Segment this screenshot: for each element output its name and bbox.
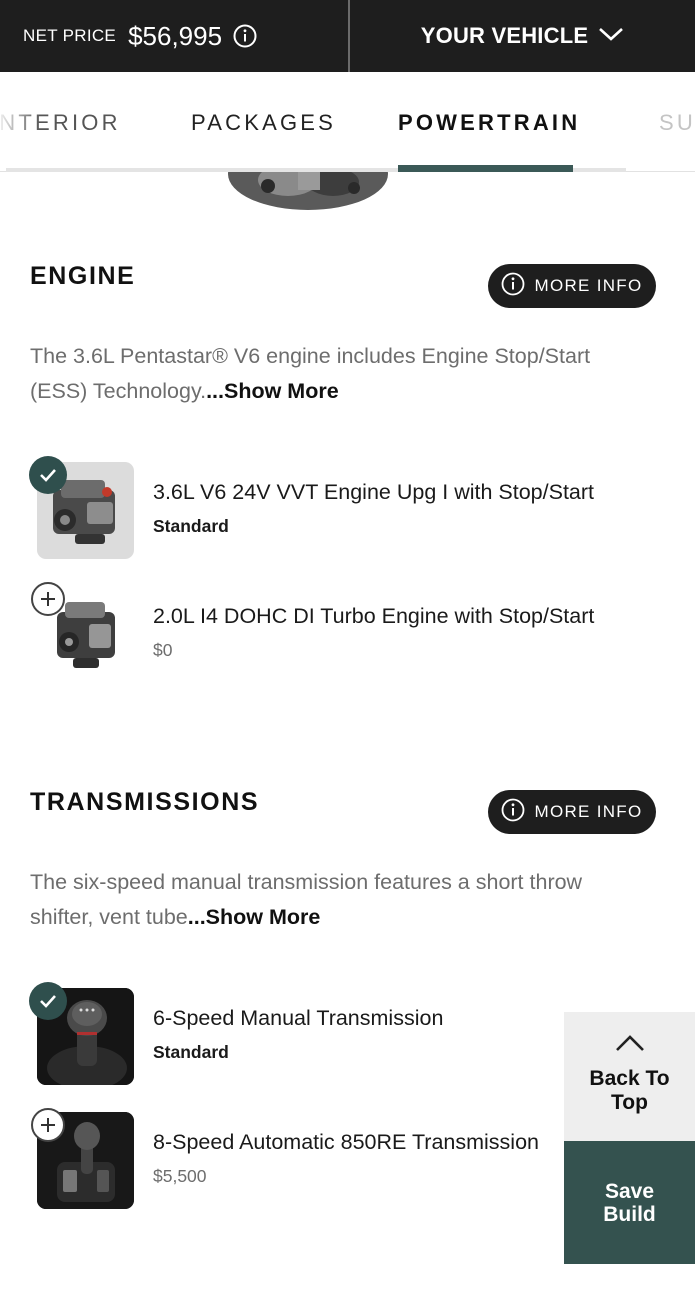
engine-section-title: ENGINE <box>30 262 136 290</box>
tab-packages[interactable]: PACKAGES <box>191 110 336 136</box>
engine-description-line1: The 3.6L Pentastar® V6 engine includes E… <box>30 344 591 368</box>
category-tabs: INTERIOR PACKAGES POWERTRAIN SU <box>0 72 695 172</box>
transmission-option-1-name: 6-Speed Manual Transmission <box>153 1006 444 1030</box>
checkmark-icon <box>29 982 67 1020</box>
plus-icon <box>31 582 65 616</box>
transmission-option-2-price: $5,500 <box>153 1166 207 1186</box>
engine-option-2-name: 2.0L I4 DOHC DI Turbo Engine with Stop/S… <box>153 604 595 628</box>
tab-summary[interactable]: SU <box>659 110 695 136</box>
engine-option-2-price: $0 <box>153 640 173 660</box>
transmissions-description-line2: shifter, vent tube <box>30 905 188 929</box>
net-price-block[interactable]: NET PRICE $56,995 <box>0 0 348 72</box>
more-info-label: MORE INFO <box>534 276 643 295</box>
engine-description: The 3.6L Pentastar® V6 engine includes E… <box>30 339 660 409</box>
chevron-up-icon <box>615 1034 645 1057</box>
transmissions-more-info-button[interactable]: MORE INFO <box>488 790 656 834</box>
transmission-option-1-status: Standard <box>153 1042 229 1062</box>
back-to-top-label: Back To Top <box>589 1067 670 1114</box>
your-vehicle-label: YOUR VEHICLE <box>420 23 589 48</box>
transmission-option-2-name: 8-Speed Automatic 850RE Transmission <box>153 1130 540 1154</box>
engine-more-info-button[interactable]: MORE INFO <box>488 264 656 308</box>
chevron-down-icon <box>598 26 624 47</box>
engine-option-1-status: Standard <box>153 516 229 536</box>
your-vehicle-dropdown[interactable]: YOUR VEHICLE <box>350 0 695 72</box>
transmissions-description-line1: The six-speed manual transmission featur… <box>30 870 583 894</box>
checkmark-icon <box>29 456 67 494</box>
more-info-label: MORE INFO <box>534 802 643 821</box>
info-icon[interactable] <box>233 24 257 48</box>
engine-option-1[interactable]: 3.6L V6 24V VVT Engine Upg I with Stop/S… <box>28 456 668 568</box>
transmissions-section-title: TRANSMISSIONS <box>30 788 260 816</box>
transmissions-show-more-link[interactable]: ...Show More <box>188 905 321 929</box>
save-build-label: Save Build <box>603 1179 656 1226</box>
active-tab-indicator <box>398 165 573 172</box>
engine-hero-image <box>228 172 388 210</box>
engine-description-line2: (ESS) Technology. <box>30 379 207 403</box>
back-to-top-button[interactable]: Back To Top <box>564 1012 695 1141</box>
top-bar: NET PRICE $56,995 YOUR VEHICLE <box>0 0 695 72</box>
tab-powertrain[interactable]: POWERTRAIN <box>398 110 580 136</box>
net-price-label: NET PRICE <box>23 26 117 45</box>
net-price-value: $56,995 <box>128 20 223 51</box>
tab-interior[interactable]: INTERIOR <box>0 110 121 136</box>
info-icon <box>501 272 525 301</box>
engine-option-2[interactable]: 2.0L I4 DOHC DI Turbo Engine with Stop/S… <box>28 582 668 692</box>
save-build-button[interactable]: Save Build <box>564 1141 695 1264</box>
engine-option-1-name: 3.6L V6 24V VVT Engine Upg I with Stop/S… <box>153 480 595 504</box>
plus-icon <box>31 1108 65 1142</box>
info-icon <box>501 798 525 827</box>
transmissions-description: The six-speed manual transmission featur… <box>30 865 660 935</box>
engine-show-more-link[interactable]: ...Show More <box>206 379 339 403</box>
